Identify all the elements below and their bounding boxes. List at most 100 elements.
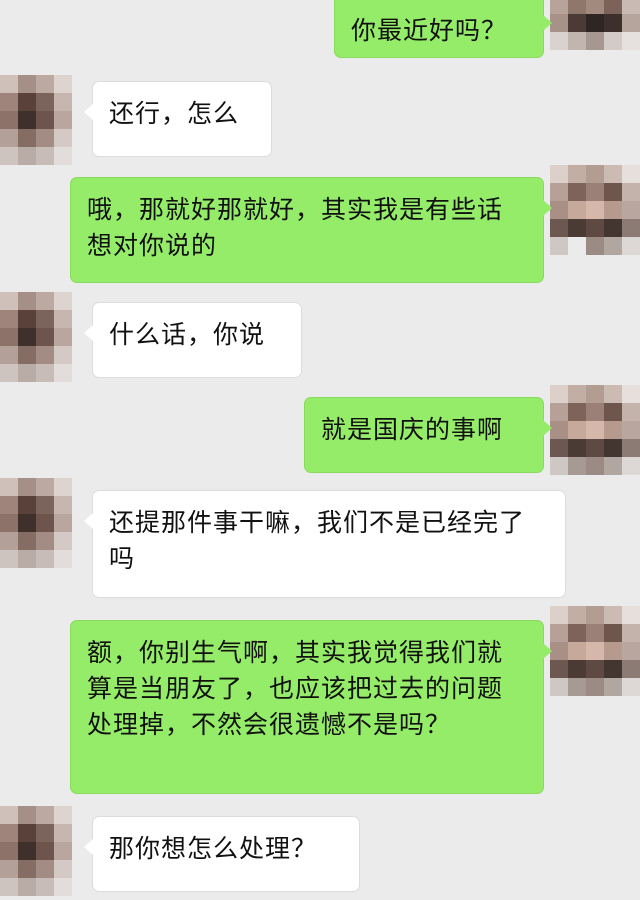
bubble-tail (84, 839, 93, 855)
avatar-pixel (604, 678, 622, 696)
avatar-pixel (54, 129, 72, 147)
avatar-pixel (54, 93, 72, 111)
avatar-pixel (568, 385, 586, 403)
message-text: 那你想怎么处理？ (109, 834, 318, 863)
avatar[interactable] (0, 292, 72, 382)
avatar[interactable] (550, 0, 640, 68)
avatar-pixel (568, 14, 586, 32)
message-text: 哦，那就好那就好，其实我是有些话想对你说的 (87, 195, 504, 260)
avatar-pixel (568, 624, 586, 642)
avatar-pixel (622, 660, 640, 678)
message-bubble-received[interactable]: 那你想怎么处理？ (84, 816, 360, 892)
avatar-pixel (54, 147, 72, 165)
avatar-pixel (18, 129, 36, 147)
avatar-pixel (622, 439, 640, 457)
avatar-pixel (0, 878, 18, 896)
avatar[interactable] (0, 806, 72, 896)
avatar-pixel (622, 606, 640, 624)
avatar-pixel (18, 292, 36, 310)
message-text: 还提那件事干嘛，我们不是已经完了吗 (109, 508, 526, 573)
message-bubble-sent[interactable]: 哦，那就好那就好，其实我是有些话想对你说的 (70, 177, 552, 283)
avatar-pixel (586, 606, 604, 624)
avatar-pixel (550, 14, 568, 32)
avatar-pixel (54, 550, 72, 568)
message-bubble-received[interactable]: 什么话，你说 (84, 302, 302, 378)
avatar-pixel (0, 842, 18, 860)
avatar-pixel (36, 514, 54, 532)
avatar-pixel (0, 129, 18, 147)
bubble-tail (84, 325, 93, 341)
message-row: 你最近好吗？ (0, 0, 640, 60)
avatar-pixel (54, 878, 72, 896)
avatar-pixel (54, 496, 72, 514)
bubble-tail (543, 643, 552, 659)
avatar[interactable] (550, 385, 640, 475)
avatar-pixel (586, 439, 604, 457)
avatar-pixel (18, 550, 36, 568)
avatar-pixel (604, 32, 622, 50)
avatar-pixel (622, 0, 640, 14)
avatar-pixel (604, 385, 622, 403)
message-bubble-sent[interactable]: 你最近好吗？ (334, 0, 552, 58)
avatar-pixel (0, 147, 18, 165)
avatar-pixel (622, 14, 640, 32)
avatar-pixel (604, 237, 622, 255)
avatar-pixel (36, 806, 54, 824)
avatar-pixel (18, 75, 36, 93)
avatar-pixel (550, 642, 568, 660)
avatar-pixel (36, 878, 54, 896)
avatar-pixel (18, 532, 36, 550)
chat-conversation: 你最近好吗？ 还行，怎么 哦，那就好那就好，其实我是有些话想对你说的 什么话，你… (0, 0, 640, 900)
avatar-pixel (0, 824, 18, 842)
message-row: 就是国庆的事啊 (0, 385, 640, 475)
avatar-pixel (550, 183, 568, 201)
avatar-pixel (18, 111, 36, 129)
avatar-pixel (54, 111, 72, 129)
avatar-pixel (568, 439, 586, 457)
avatar-pixel (18, 842, 36, 860)
avatar-pixel (0, 75, 18, 93)
avatar-pixel (604, 183, 622, 201)
avatar-pixel (36, 111, 54, 129)
avatar-pixel (622, 219, 640, 237)
avatar-pixel (36, 93, 54, 111)
message-bubble-received[interactable]: 还提那件事干嘛，我们不是已经完了吗 (84, 490, 566, 598)
avatar-pixel (586, 385, 604, 403)
avatar-pixel (604, 403, 622, 421)
avatar-pixel (586, 678, 604, 696)
avatar-pixel (604, 421, 622, 439)
avatar-pixel (36, 147, 54, 165)
avatar-pixel (550, 606, 568, 624)
avatar-pixel (36, 478, 54, 496)
avatar-pixel (622, 183, 640, 201)
avatar-pixel (18, 860, 36, 878)
avatar-pixel (604, 0, 622, 14)
avatar[interactable] (0, 75, 72, 165)
avatar-pixel (18, 806, 36, 824)
avatar-pixel (18, 93, 36, 111)
bubble-tail (84, 104, 93, 120)
avatar-pixel (568, 0, 586, 14)
message-text: 就是国庆的事啊 (321, 415, 504, 444)
message-bubble-received[interactable]: 还行，怎么 (84, 81, 272, 157)
avatar-pixel (36, 364, 54, 382)
avatar-pixel (568, 237, 586, 255)
avatar-pixel (54, 346, 72, 364)
avatar-pixel (54, 75, 72, 93)
avatar-pixel (54, 478, 72, 496)
message-text: 额，你别生气啊，其实我觉得我们就算是当朋友了，也应该把过去的问题处理掉，不然会很… (87, 638, 504, 739)
avatar[interactable] (0, 478, 72, 568)
avatar-pixel (550, 0, 568, 14)
avatar-pixel (568, 32, 586, 50)
avatar-pixel (0, 292, 18, 310)
avatar-pixel (18, 328, 36, 346)
avatar[interactable] (550, 165, 640, 255)
avatar-pixel (36, 842, 54, 860)
avatar-pixel (622, 201, 640, 219)
message-bubble-sent[interactable]: 就是国庆的事啊 (304, 397, 552, 473)
avatar[interactable] (550, 606, 640, 696)
avatar-pixel (36, 824, 54, 842)
message-bubble-sent[interactable]: 额，你别生气啊，其实我觉得我们就算是当朋友了，也应该把过去的问题处理掉，不然会很… (70, 620, 552, 794)
avatar-pixel (54, 824, 72, 842)
avatar-pixel (18, 364, 36, 382)
